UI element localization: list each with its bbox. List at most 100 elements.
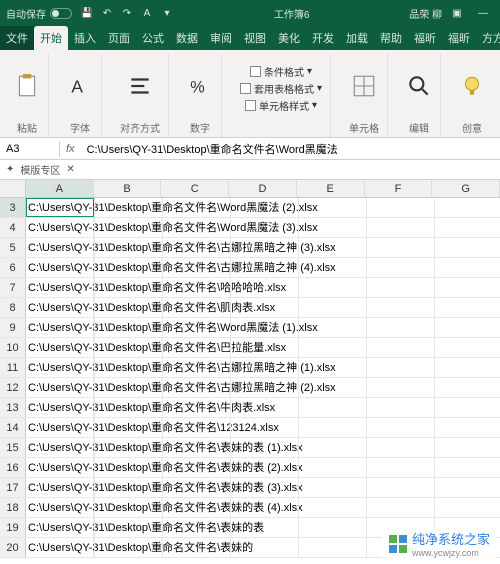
ribbon-options-icon[interactable]: ▣	[450, 6, 464, 20]
tab-help[interactable]: 帮助	[374, 26, 408, 50]
row-header[interactable]: 19	[0, 518, 26, 537]
row-header[interactable]: 15	[0, 438, 26, 457]
col-header-E[interactable]: E	[297, 180, 365, 197]
select-all-corner[interactable]	[0, 180, 26, 197]
row-header[interactable]: 11	[0, 358, 26, 377]
cell-value[interactable]: C:\Users\QY-31\Desktop\重命名文件名\巴拉能量.xlsx	[26, 338, 286, 358]
row-header[interactable]: 13	[0, 398, 26, 417]
tab-formula[interactable]: 公式	[136, 26, 170, 50]
name-box[interactable]: A3	[0, 141, 60, 157]
table-row[interactable]: 17C:\Users\QY-31\Desktop\重命名文件名\表妹的表 (3)…	[0, 478, 500, 498]
col-header-A[interactable]: A	[26, 180, 94, 197]
row-header[interactable]: 4	[0, 218, 26, 237]
toggle-switch-icon[interactable]	[50, 8, 72, 19]
undo-icon[interactable]: ↶	[100, 6, 114, 20]
tab-foxit1[interactable]: 福昕	[408, 26, 442, 50]
table-row[interactable]: 5C:\Users\QY-31\Desktop\重命名文件名\古娜拉黑暗之神 (…	[0, 238, 500, 258]
cell-value[interactable]: C:\Users\QY-31\Desktop\重命名文件名\表妹的表 (1).x…	[26, 438, 303, 458]
cell-value[interactable]: C:\Users\QY-31\Desktop\重命名文件名\表妹的表	[26, 518, 264, 538]
dropdown-icon[interactable]: ▾	[160, 6, 174, 20]
col-header-B[interactable]: B	[94, 180, 162, 197]
row-header[interactable]: 5	[0, 238, 26, 257]
col-header-F[interactable]: F	[365, 180, 433, 197]
tab-file[interactable]: 文件	[0, 26, 34, 50]
cell-value[interactable]: C:\Users\QY-31\Desktop\重命名文件名\表妹的表 (2).x…	[26, 458, 303, 478]
minimize-icon[interactable]: —	[472, 3, 494, 23]
tab-beautify[interactable]: 美化	[272, 26, 306, 50]
align-icon[interactable]	[127, 73, 153, 99]
cond-format-button[interactable]: 条件格式▾	[250, 64, 312, 79]
cell-value[interactable]: C:\Users\QY-31\Desktop\重命名文件名\Word黑魔法 (1…	[26, 318, 318, 338]
table-row[interactable]: 4C:\Users\QY-31\Desktop\重命名文件名\Word黑魔法 (…	[0, 218, 500, 238]
tab-review[interactable]: 审阅	[204, 26, 238, 50]
cell-value[interactable]: C:\Users\QY-31\Desktop\重命名文件名\古娜拉黑暗之神 (2…	[26, 378, 336, 398]
user-label[interactable]: 品荣 柳	[409, 6, 442, 21]
tab-view[interactable]: 视图	[238, 26, 272, 50]
table-row[interactable]: 6C:\Users\QY-31\Desktop\重命名文件名\古娜拉黑暗之神 (…	[0, 258, 500, 278]
row-header[interactable]: 9	[0, 318, 26, 337]
row-header[interactable]: 12	[0, 378, 26, 397]
tab-page[interactable]: 页面	[102, 26, 136, 50]
table-row[interactable]: 13C:\Users\QY-31\Desktop\重命名文件名\牛肉表.xlsx	[0, 398, 500, 418]
paste-icon[interactable]	[14, 73, 40, 99]
table-row[interactable]: 8C:\Users\QY-31\Desktop\重命名文件名\肌肉表.xlsx	[0, 298, 500, 318]
table-row[interactable]: 15C:\Users\QY-31\Desktop\重命名文件名\表妹的表 (1)…	[0, 438, 500, 458]
autosave-toggle[interactable]: 自动保存	[6, 6, 72, 21]
cell-style-button[interactable]: 单元格样式▾	[245, 98, 317, 113]
table-row[interactable]: 7C:\Users\QY-31\Desktop\重命名文件名\哈哈哈哈.xlsx	[0, 278, 500, 298]
cell-value[interactable]: C:\Users\QY-31\Desktop\重命名文件名\表妹的	[26, 538, 253, 558]
col-header-C[interactable]: C	[161, 180, 229, 197]
row-header[interactable]: 3	[0, 198, 26, 217]
tab-insert[interactable]: 插入	[68, 26, 102, 50]
redo-icon[interactable]: ↷	[120, 6, 134, 20]
tab-home[interactable]: 开始	[34, 26, 68, 50]
table-row[interactable]: 18C:\Users\QY-31\Desktop\重命名文件名\表妹的表 (4)…	[0, 498, 500, 518]
row-header[interactable]: 8	[0, 298, 26, 317]
row-header[interactable]: 7	[0, 278, 26, 297]
cells-icon[interactable]	[351, 73, 377, 99]
tab-data[interactable]: 数据	[170, 26, 204, 50]
cell-value[interactable]: C:\Users\QY-31\Desktop\重命名文件名\123124.xls…	[26, 418, 279, 438]
cell-value[interactable]: C:\Users\QY-31\Desktop\重命名文件名\古娜拉黑暗之神 (3…	[26, 238, 336, 258]
row-header[interactable]: 10	[0, 338, 26, 357]
fx-icon[interactable]: fx	[60, 143, 81, 155]
row-header[interactable]: 17	[0, 478, 26, 497]
row-header[interactable]: 16	[0, 458, 26, 477]
lightbulb-icon[interactable]	[459, 73, 485, 99]
table-row[interactable]: 14C:\Users\QY-31\Desktop\重命名文件名\123124.x…	[0, 418, 500, 438]
row-header[interactable]: 20	[0, 538, 26, 557]
template-label[interactable]: 模版专区	[20, 162, 60, 177]
cell-value[interactable]: C:\Users\QY-31\Desktop\重命名文件名\Word黑魔法 (3…	[26, 218, 318, 238]
table-row[interactable]: 12C:\Users\QY-31\Desktop\重命名文件名\古娜拉黑暗之神 …	[0, 378, 500, 398]
tab-dev[interactable]: 开发	[306, 26, 340, 50]
cell-value[interactable]: C:\Users\QY-31\Desktop\重命名文件名\牛肉表.xlsx	[26, 398, 275, 418]
row-header[interactable]: 6	[0, 258, 26, 277]
cell-value[interactable]: C:\Users\QY-31\Desktop\重命名文件名\表妹的表 (4).x…	[26, 498, 303, 518]
spreadsheet-grid[interactable]: A B C D E F G 3C:\Users\QY-31\Desktop\重命…	[0, 180, 500, 558]
percent-icon[interactable]: %	[187, 73, 213, 99]
cell-value[interactable]: C:\Users\QY-31\Desktop\重命名文件名\Word黑魔法 (2…	[26, 198, 318, 218]
table-row[interactable]: 10C:\Users\QY-31\Desktop\重命名文件名\巴拉能量.xls…	[0, 338, 500, 358]
formula-input[interactable]: C:\Users\QY-31\Desktop\重命名文件名\Word黑魔法	[81, 139, 500, 159]
cell-value[interactable]: C:\Users\QY-31\Desktop\重命名文件名\古娜拉黑暗之神 (4…	[26, 258, 336, 278]
col-header-G[interactable]: G	[432, 180, 500, 197]
table-row[interactable]: 11C:\Users\QY-31\Desktop\重命名文件名\古娜拉黑暗之神 …	[0, 358, 500, 378]
tab-ff[interactable]: 方方	[476, 26, 500, 50]
col-header-D[interactable]: D	[229, 180, 297, 197]
cell-value[interactable]: C:\Users\QY-31\Desktop\重命名文件名\表妹的表 (3).x…	[26, 478, 303, 498]
close-icon[interactable]: ✕	[66, 164, 74, 175]
tab-addin[interactable]: 加载	[340, 26, 374, 50]
save-icon[interactable]: 💾	[80, 6, 94, 20]
cell-value[interactable]: C:\Users\QY-31\Desktop\重命名文件名\古娜拉黑暗之神 (1…	[26, 358, 336, 378]
row-header[interactable]: 14	[0, 418, 26, 437]
table-row[interactable]: 16C:\Users\QY-31\Desktop\重命名文件名\表妹的表 (2)…	[0, 458, 500, 478]
font-color-icon[interactable]: A	[140, 6, 154, 20]
search-icon[interactable]	[406, 73, 432, 99]
table-row[interactable]: 9C:\Users\QY-31\Desktop\重命名文件名\Word黑魔法 (…	[0, 318, 500, 338]
row-header[interactable]: 18	[0, 498, 26, 517]
font-icon[interactable]: A	[67, 73, 93, 99]
cell-value[interactable]: C:\Users\QY-31\Desktop\重命名文件名\肌肉表.xlsx	[26, 298, 275, 318]
tab-foxit2[interactable]: 福昕	[442, 26, 476, 50]
table-row[interactable]: 3C:\Users\QY-31\Desktop\重命名文件名\Word黑魔法 (…	[0, 198, 500, 218]
cell-value[interactable]: C:\Users\QY-31\Desktop\重命名文件名\哈哈哈哈.xlsx	[26, 278, 286, 298]
